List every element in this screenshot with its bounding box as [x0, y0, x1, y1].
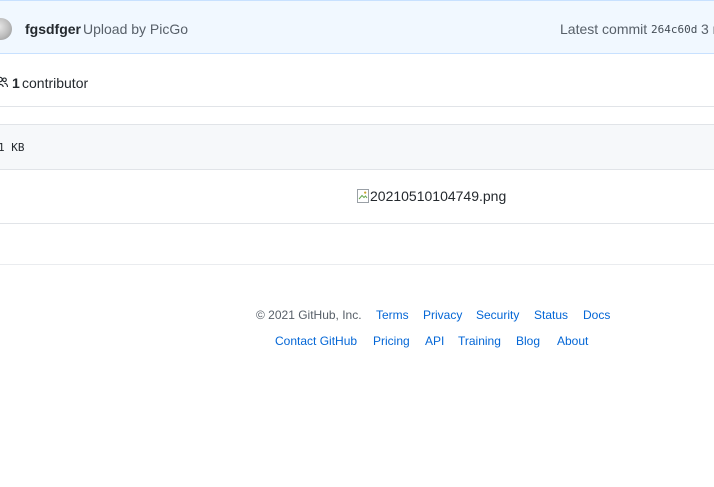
- commit-sha-link[interactable]: 264c60d: [651, 23, 697, 36]
- commit-author-link[interactable]: fgsdfger: [25, 21, 81, 37]
- broken-image-icon: [357, 189, 369, 203]
- contributor-label[interactable]: contributor: [22, 75, 88, 91]
- footer-link-pricing[interactable]: Pricing: [373, 334, 410, 348]
- footer-link-training[interactable]: Training: [458, 334, 501, 348]
- footer-link-status[interactable]: Status: [534, 308, 568, 322]
- contributors-bar: 1 contributor: [0, 54, 714, 107]
- image-alt-text: 20210510104749.png: [370, 188, 507, 204]
- contributor-count[interactable]: 1: [12, 75, 20, 91]
- footer-link-security[interactable]: Security: [476, 308, 519, 322]
- footer-link-terms[interactable]: Terms: [376, 308, 409, 322]
- footer-link-contact[interactable]: Contact GitHub: [275, 334, 357, 348]
- footer-copyright: © 2021 GitHub, Inc.: [256, 308, 362, 322]
- footer-link-blog[interactable]: Blog: [516, 334, 540, 348]
- people-icon: [0, 76, 8, 88]
- commit-age: 3 r: [701, 21, 714, 37]
- latest-commit-bar: fgsdfger Upload by PicGo Latest commit 2…: [0, 0, 714, 54]
- divider: [0, 264, 714, 265]
- footer-link-docs[interactable]: Docs: [583, 308, 610, 322]
- footer-link-about[interactable]: About: [557, 334, 588, 348]
- footer-link-privacy[interactable]: Privacy: [423, 308, 462, 322]
- avatar[interactable]: [0, 18, 12, 40]
- footer-link-api[interactable]: API: [425, 334, 444, 348]
- commit-message-link[interactable]: Upload by PicGo: [83, 21, 188, 37]
- latest-commit-label: Latest commit: [560, 21, 648, 37]
- file-size: 1 KB: [0, 141, 25, 154]
- file-info-header: 1 KB: [0, 124, 714, 170]
- file-image: 20210510104749.png: [357, 188, 506, 204]
- file-image-container: 20210510104749.png: [0, 170, 714, 224]
